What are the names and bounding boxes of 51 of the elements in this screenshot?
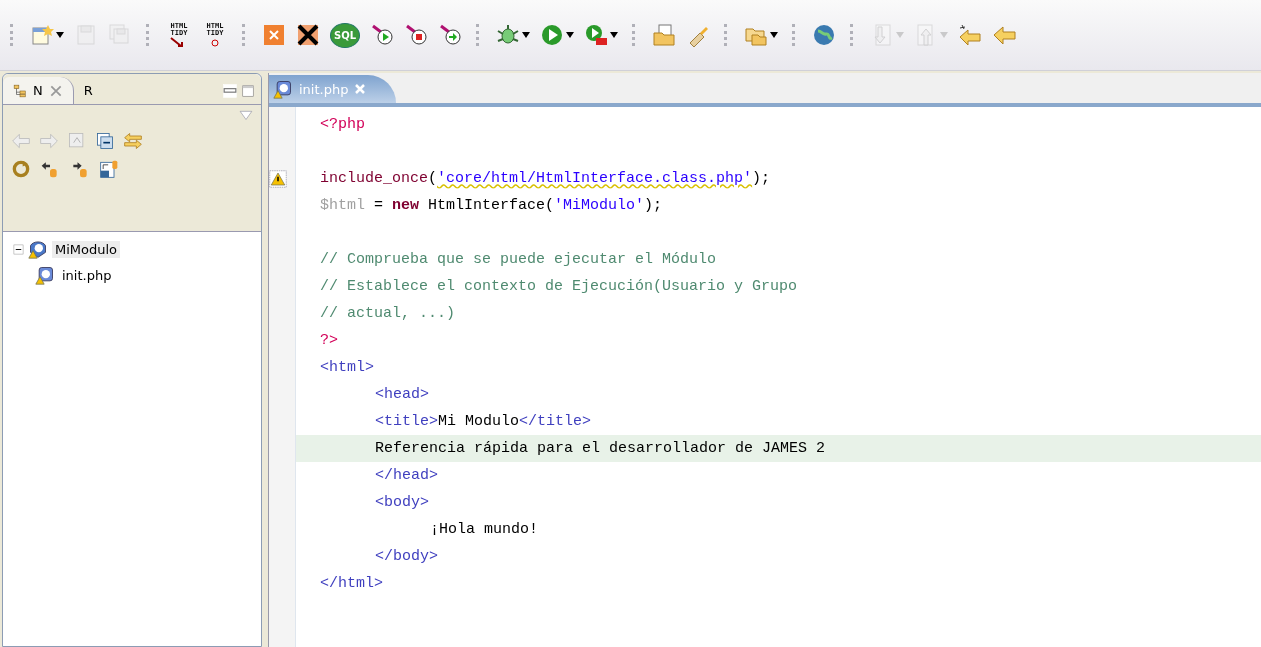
pin-stop-icon [404, 23, 429, 47]
forward-icon [39, 131, 59, 151]
tree-item[interactable]: MiModulo [52, 240, 121, 258]
caret-icon[interactable] [56, 32, 64, 38]
close-icon [354, 83, 367, 95]
new-file-icon [30, 23, 54, 47]
globe-icon [812, 23, 837, 47]
play-icon [540, 23, 565, 47]
back-arrow-icon [992, 23, 1017, 47]
view-menu-icon [239, 109, 253, 123]
code-line: // Comprueba que se puede ejecutar el Módulo [319, 250, 718, 270]
bug-icon [496, 23, 521, 47]
view-tab[interactable]: R [73, 77, 103, 104]
code-line: // actual, ...) [319, 304, 457, 324]
back-icon [11, 131, 31, 151]
code-line: <html> [319, 358, 375, 378]
caret-icon[interactable] [770, 32, 779, 38]
caret-icon[interactable] [610, 32, 619, 38]
code-line: </body> [374, 547, 439, 567]
save-icon [74, 23, 98, 47]
code-line: <head> [374, 385, 430, 405]
code-line: <body> [374, 493, 430, 513]
play-toolbox-icon [584, 23, 609, 47]
caret-icon[interactable] [522, 32, 531, 38]
code-line: <title>Mi Modulo</title> [374, 412, 593, 432]
back-arrow-star-icon [958, 23, 983, 47]
pin-arrow-icon [438, 23, 463, 47]
caret-icon[interactable] [566, 32, 575, 38]
cross-icon [296, 23, 320, 47]
link-arrows-icon [123, 131, 143, 151]
code-line: include_once('core/html/HtmlInterface.class.php'); [319, 169, 772, 189]
save-all-icon [108, 23, 132, 47]
close-icon [48, 83, 63, 98]
folder-document-icon [652, 23, 677, 47]
pin-play-icon [370, 23, 395, 47]
code-line: ¡Hola mundo! [429, 520, 540, 540]
maximize-icon [241, 84, 255, 98]
code-line: </html> [319, 574, 384, 594]
code-line: </head> [374, 466, 439, 486]
navigator-icon [13, 83, 27, 98]
toolbar-button[interactable]: SQL [328, 20, 363, 50]
code-line: <?php [319, 115, 366, 135]
collapse-all-icon [95, 131, 115, 151]
circle-icon [210, 37, 220, 47]
view-tab[interactable]: N [3, 77, 74, 104]
collapse-toggle-icon[interactable] [13, 243, 24, 255]
code-line: ?> [319, 331, 339, 351]
code-line: $html = new HtmlInterface('MiModulo'); [319, 196, 664, 216]
minimize-icon [223, 84, 237, 98]
code-line: // Establece el contexto de Ejecución(Usuario y Grupo [319, 277, 799, 297]
x-square-icon [262, 23, 286, 47]
